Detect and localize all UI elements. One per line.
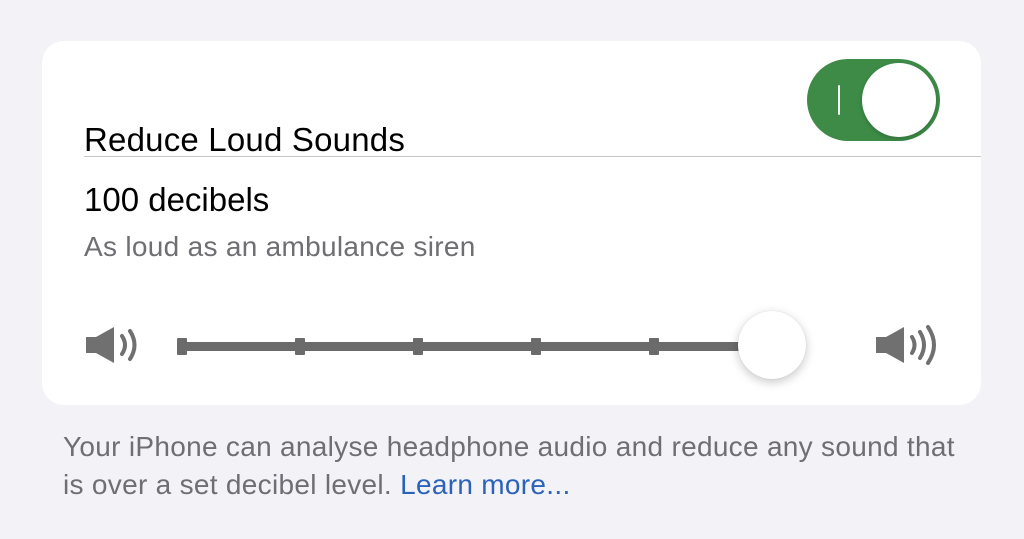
toggle-on-indicator-icon	[838, 85, 840, 115]
slider-tick	[177, 338, 187, 355]
slider-thumb[interactable]	[738, 311, 806, 379]
reduce-loud-sounds-label: Reduce Loud Sounds	[84, 121, 406, 158]
slider-tick	[531, 338, 541, 355]
slider-tick	[649, 338, 659, 355]
decibel-level-title: 100 decibels	[84, 181, 270, 218]
slider-track	[177, 342, 777, 351]
slider-tick	[413, 338, 423, 355]
decibel-level-description: As loud as an ambulance siren	[84, 231, 476, 262]
learn-more-link[interactable]: Learn more...	[400, 469, 570, 500]
speaker-high-volume-icon	[874, 325, 942, 370]
reduce-loud-sounds-toggle[interactable]	[807, 59, 940, 141]
decibel-level-slider[interactable]	[174, 309, 846, 385]
speaker-low-volume-icon	[84, 325, 140, 370]
settings-card: Reduce Loud Sounds 100 decibels As loud …	[42, 41, 981, 405]
footer-description: Your iPhone can analyse headphone audio …	[63, 428, 983, 504]
divider	[84, 156, 981, 157]
slider-tick	[295, 338, 305, 355]
toggle-knob	[862, 63, 936, 137]
